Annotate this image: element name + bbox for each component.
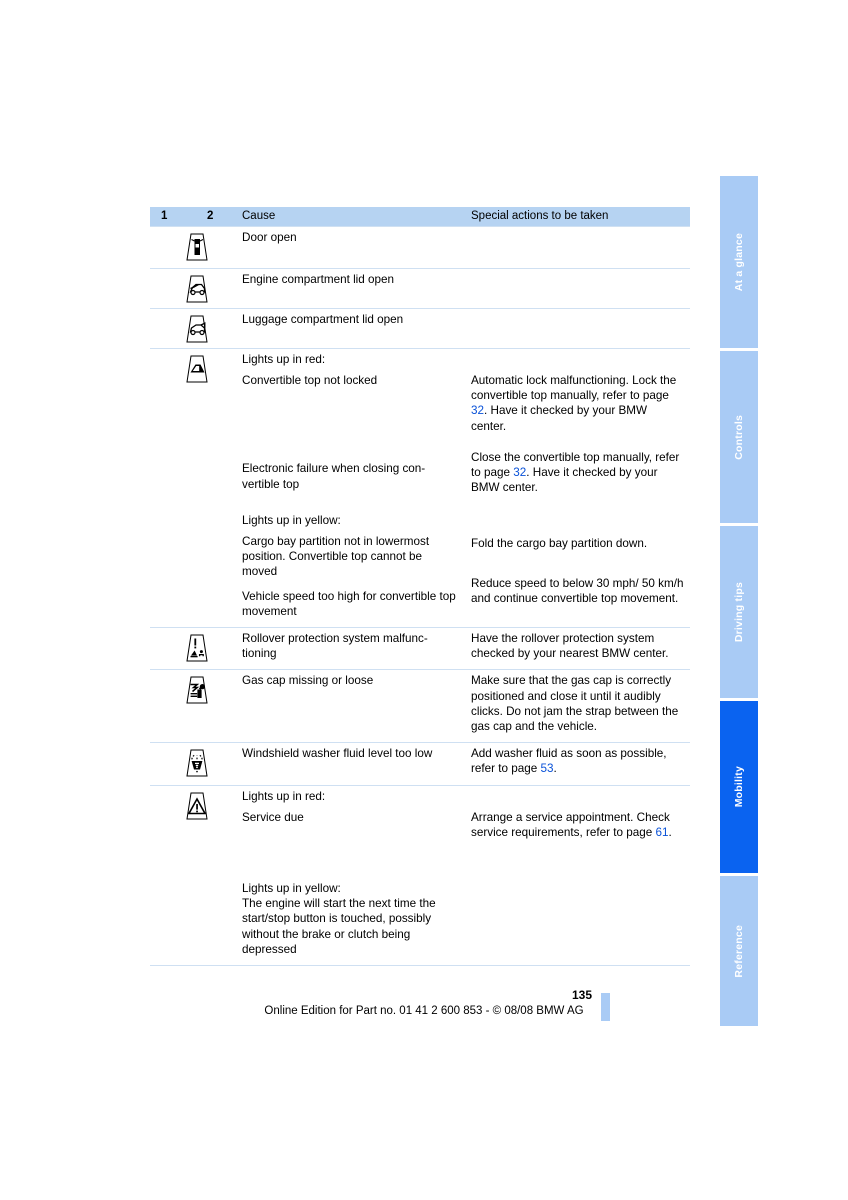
table-header-col1: 1	[161, 210, 168, 222]
table-cell-action: Automatic lock malfunctioning. Lock the …	[471, 349, 690, 627]
cause-text: Windshield washer fluid level too low	[242, 747, 433, 761]
side-tab-label: Driving tips	[732, 581, 745, 643]
action-text-lead: Arrange a service appointment. Check ser…	[471, 810, 670, 839]
side-tab-label: Mobility	[732, 766, 745, 808]
rollover-protection-icon	[181, 633, 213, 663]
cause-text: Convertible top not locked	[242, 374, 378, 388]
action-text: Automatic lock malfunctioning. Lock the …	[471, 373, 684, 434]
table-cell-action: Make sure that the gas cap is correctly …	[471, 670, 690, 742]
table-row: Lights up in red: Convertible top not lo…	[150, 348, 690, 627]
table-cell-icon	[150, 743, 242, 784]
side-tab-reference[interactable]: Reference	[720, 876, 758, 1026]
table-header-col2: 2	[207, 210, 214, 222]
table-cell-icon	[150, 628, 242, 669]
table-cell-action: Arrange a service appointment. Check ser…	[471, 786, 690, 965]
table-header-row: 1 2 Cause Special actions to be taken	[150, 207, 690, 226]
table-cell-cause: Windshield washer fluid level too low	[242, 743, 471, 784]
cause-text: Service due	[242, 810, 304, 824]
cause-text-yellow-heading: Lights up in yellow:	[242, 882, 341, 896]
side-tab-controls[interactable]: Controls	[720, 351, 758, 523]
table-cell-action: Have the rollover protection system chec…	[471, 628, 690, 669]
table-cell-icon	[150, 349, 242, 627]
action-text: Reduce speed to below 30 mph/ 50 km/h an…	[471, 576, 684, 605]
action-text-lead: Add washer fluid as soon as possible, re…	[471, 747, 667, 776]
page-reference-link[interactable]: 32	[471, 404, 484, 417]
gas-cap-icon	[181, 675, 213, 705]
table-cell-cause: Door open	[242, 227, 471, 268]
table-cell-icon	[150, 786, 242, 965]
cause-text-red-heading: Lights up in red:	[242, 789, 326, 803]
side-tab-label: At a glance	[732, 232, 745, 292]
side-tab-driving-tips[interactable]: Driving tips	[720, 526, 758, 698]
table-cell-action	[471, 309, 690, 348]
table-bottom-rule	[150, 965, 690, 967]
table-cell-cause: Engine compartment lid open	[242, 269, 471, 308]
page-number: 135	[571, 988, 592, 1002]
table-cell-action: Add washer fluid as soon as possible, re…	[471, 743, 690, 784]
action-text-tail: .	[668, 825, 672, 839]
side-tab-label: Controls	[732, 414, 745, 460]
table-row: Gas cap missing or loose Make sure that …	[150, 669, 690, 742]
luggage-compartment-lid-open-icon	[181, 314, 213, 344]
table-cell-action	[471, 269, 690, 308]
table-cell-cause: Gas cap missing or loose	[242, 670, 471, 742]
section-tab-rail: At a glance Controls Driving tips Mobili…	[720, 176, 758, 1026]
table-row: Door open	[150, 226, 690, 268]
cause-text-red-heading: Lights up in red:	[242, 353, 326, 366]
cause-text: Luggage compartment lid open	[242, 313, 404, 326]
table-row: Rollover protection system malfunc-tioni…	[150, 627, 690, 669]
side-tab-label: Reference	[732, 924, 745, 978]
convertible-top-icon	[181, 354, 213, 384]
table-row: Lights up in red: Service due Lights up …	[150, 784, 690, 965]
warning-lamp-table: 1 2 Cause Special actions to be taken Do…	[150, 207, 690, 967]
cause-text: Vehicle speed too high for convertible t…	[242, 589, 456, 618]
door-open-icon	[181, 232, 213, 262]
table-cell-icon	[150, 670, 242, 742]
action-text: Add washer fluid as soon as possible, re…	[471, 746, 684, 776]
washer-fluid-icon	[181, 748, 213, 778]
table-row: Luggage compartment lid open	[150, 308, 690, 348]
service-warning-icon	[181, 791, 213, 821]
table-cell-icon	[150, 309, 242, 348]
page-reference-link[interactable]: 53	[541, 762, 554, 775]
cause-text: Electronic failure when closing con-vert…	[242, 462, 426, 491]
manual-page: At a glance Controls Driving tips Mobili…	[0, 0, 848, 1200]
cause-text: Engine compartment lid open	[242, 273, 395, 286]
cause-text: The engine will start the next time the …	[242, 897, 436, 956]
action-text: Arrange a service appointment. Check ser…	[471, 810, 684, 840]
table-cell-cause: Rollover protection system malfunc-tioni…	[242, 628, 471, 669]
action-text-tail: . Have it checked by your BMW center.	[471, 404, 648, 433]
table-cell-action	[471, 227, 690, 268]
table-row: Windshield washer fluid level too low Ad…	[150, 742, 690, 784]
engine-compartment-lid-open-icon	[181, 274, 213, 304]
cause-text: Gas cap missing or loose	[242, 674, 374, 688]
action-text: Fold the cargo bay partition down.	[471, 537, 648, 551]
side-tab-at-a-glance[interactable]: At a glance	[720, 176, 758, 348]
action-text: Close the convertible top manually, refe…	[471, 450, 684, 496]
table-cell-cause: Lights up in red: Service due Lights up …	[242, 786, 471, 965]
cause-text-yellow-heading: Lights up in yellow:	[242, 513, 341, 527]
page-reference-link[interactable]: 32	[513, 466, 526, 479]
action-text-lead: Automatic lock malfunctioning. Lock the …	[471, 374, 677, 403]
action-text: Have the rollover protection system chec…	[471, 632, 669, 661]
table-header-action: Special actions to be taken	[471, 210, 609, 222]
table-cell-cause: Lights up in red: Convertible top not lo…	[242, 349, 471, 627]
page-reference-link[interactable]: 61	[656, 826, 669, 839]
cause-text: Door open	[242, 231, 297, 244]
action-text-tail: .	[553, 762, 557, 776]
action-text: Make sure that the gas cap is correctly …	[471, 674, 679, 734]
cause-text: Rollover protection system malfunc-tioni…	[242, 632, 428, 661]
table-row: Engine compartment lid open	[150, 268, 690, 308]
table-cell-cause: Luggage compartment lid open	[242, 309, 471, 348]
table-cell-icon	[150, 227, 242, 268]
table-header-cause: Cause	[242, 210, 276, 222]
footer-copyright: Online Edition for Part no. 01 41 2 600 …	[264, 1005, 584, 1017]
cause-text: Cargo bay partition not in lowermost pos…	[242, 535, 430, 579]
table-cell-icon	[150, 269, 242, 308]
side-tab-mobility[interactable]: Mobility	[720, 701, 758, 873]
